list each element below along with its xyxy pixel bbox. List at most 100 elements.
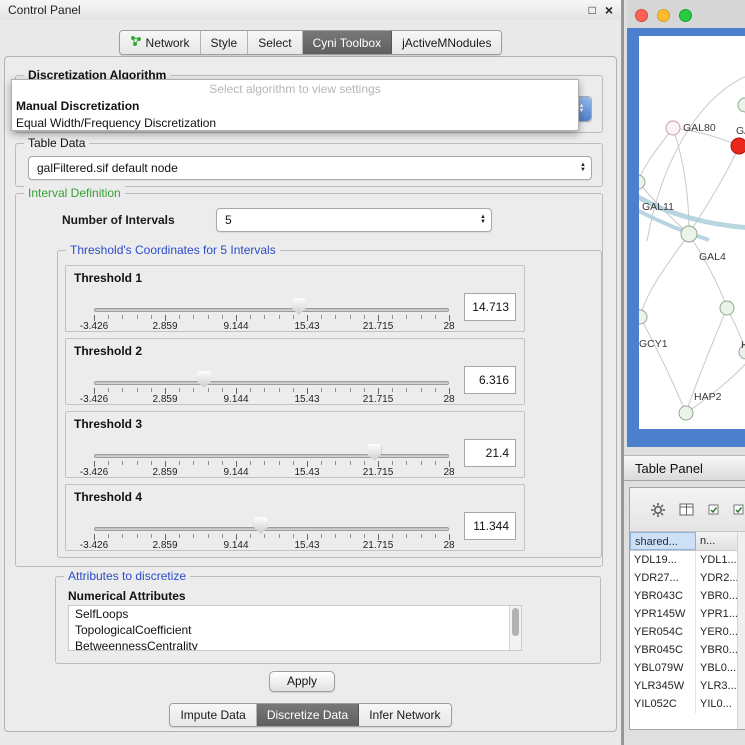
minimize-window-icon[interactable]: [657, 9, 670, 22]
threshold-slider-track[interactable]: [94, 454, 449, 458]
tab-network[interactable]: Network: [120, 31, 201, 54]
number-of-intervals-arrows-icon[interactable]: ▲ ▼: [480, 215, 491, 225]
slider-tick: [279, 534, 280, 538]
slider-scale-labels: -3.4262.8599.14415.4321.71528: [94, 321, 449, 333]
tab-select[interactable]: Select: [248, 31, 302, 54]
unselect-all-checkbox-icon[interactable]: [733, 504, 745, 516]
column-header-name[interactable]: n...: [696, 532, 741, 550]
table-row[interactable]: YLR345WYLR3...: [630, 677, 745, 695]
panel-titlebar[interactable]: Control Panel □ ×: [0, 0, 621, 20]
threshold-value-input[interactable]: 21.4: [464, 439, 516, 467]
apply-button[interactable]: Apply: [269, 671, 335, 692]
slider-scale-labels: -3.4262.8599.14415.4321.71528: [94, 394, 449, 406]
column-header-shared-name[interactable]: shared...: [630, 532, 696, 550]
GAL4-node[interactable]: [681, 226, 697, 242]
slider-tick: [179, 388, 180, 392]
table-row[interactable]: YBR045CYBR0...: [630, 641, 745, 659]
numerical-attributes-list[interactable]: SelfLoopsTopologicalCoefficientBetweenne…: [68, 605, 522, 651]
attribute-list-item[interactable]: BetweennessCentrality: [69, 638, 521, 651]
tab-jactivemnodules[interactable]: jActiveMNodules: [392, 31, 501, 54]
threshold-value-input[interactable]: 6.316: [464, 366, 516, 394]
table-row[interactable]: YER054CYER0...: [630, 623, 745, 641]
table-data-combobox[interactable]: galFiltered.sif default node ▲ ▼: [28, 156, 592, 180]
slider-tick: [137, 461, 138, 465]
slider-tick: [122, 461, 123, 465]
threshold-slider-thumb[interactable]: [367, 444, 381, 461]
tab-impute-data-label: Impute Data: [180, 708, 245, 722]
slider-tick: [137, 534, 138, 538]
attribute-list-item[interactable]: SelfLoops: [69, 606, 521, 622]
slider-scale-label: 9.144: [223, 321, 248, 332]
table-row[interactable]: YDR27...YDR2...: [630, 569, 745, 587]
dropdown-option-manual-discretization[interactable]: Manual Discretization: [12, 98, 578, 115]
table-scrollbar[interactable]: [737, 532, 745, 729]
threshold-slider-track[interactable]: [94, 308, 449, 312]
dropdown-option-equal-width-frequency[interactable]: Equal Width/Frequency Discretization: [12, 115, 578, 132]
table-row[interactable]: YPR145WYPR1...: [630, 605, 745, 623]
slider-tick: [193, 534, 194, 538]
network-edge[interactable]: [689, 234, 727, 308]
slider-tick: [108, 461, 109, 465]
network-canvas[interactable]: GAL80GAGAL11GAL4GCY1HHAP2: [639, 36, 745, 429]
float-window-icon[interactable]: □: [589, 4, 596, 16]
slider-tick: [264, 388, 265, 392]
settings-gear-icon[interactable]: [650, 502, 666, 518]
attribute-list-item[interactable]: TopologicalCoefficient: [69, 622, 521, 638]
table-row[interactable]: YBR043CYBR0...: [630, 587, 745, 605]
tab-style[interactable]: Style: [201, 31, 249, 54]
slider-tick: [208, 388, 209, 392]
threshold-slider-thumb[interactable]: [197, 371, 211, 388]
zoom-window-icon[interactable]: [679, 9, 692, 22]
close-panel-icon[interactable]: ×: [605, 4, 613, 16]
show-columns-icon[interactable]: [679, 503, 695, 517]
threshold-value-input[interactable]: 14.713: [464, 293, 516, 321]
tab-discretize-data[interactable]: Discretize Data: [257, 704, 359, 726]
panel-title: Control Panel: [8, 3, 81, 17]
threshold-panel: Threshold 2 -3.4262.8599.14415.4321.7152…: [65, 338, 525, 405]
table-row[interactable]: YIL052CYIL0...: [630, 695, 745, 713]
network-edge[interactable]: [686, 358, 745, 413]
table-row[interactable]: YBL079WYBL0...: [630, 659, 745, 677]
tab-cyni-toolbox[interactable]: Cyni Toolbox: [303, 31, 392, 54]
network-edge[interactable]: [647, 76, 745, 241]
number-of-intervals-combobox[interactable]: 5 ▲ ▼: [216, 208, 492, 232]
table-data-combobox-arrows-icon[interactable]: ▲ ▼: [580, 163, 591, 173]
slider-tick: [335, 388, 336, 392]
attributes-list-scrollbar[interactable]: [509, 606, 521, 650]
slider-scale-labels: -3.4262.8599.14415.4321.71528: [94, 467, 449, 479]
slider-scale-label: 15.43: [294, 321, 319, 332]
threshold-value-input[interactable]: 11.344: [464, 512, 516, 540]
tab-impute-data[interactable]: Impute Data: [170, 704, 256, 726]
close-window-icon[interactable]: [635, 9, 648, 22]
table-cell: YDR27...: [630, 569, 696, 587]
table-cell: YBR0...: [696, 587, 741, 605]
HAP2-node[interactable]: [679, 406, 693, 420]
threshold-slider-track[interactable]: [94, 527, 449, 531]
network-node-label: HAP2: [694, 391, 722, 403]
cyni-toolbox-content: Discretization Algorithm ▲ ▼ Select algo…: [4, 56, 617, 732]
GCY1-node[interactable]: [639, 310, 647, 324]
selected-red-node[interactable]: [731, 138, 745, 154]
threshold-slider-track[interactable]: [94, 381, 449, 385]
slider-tick: [293, 388, 294, 392]
GAL80-node[interactable]: [666, 121, 680, 135]
attributes-scrollbar-thumb[interactable]: [512, 608, 519, 636]
slider-tick: [208, 534, 209, 538]
table-cell: YPR145W: [630, 605, 696, 623]
tab-infer-network[interactable]: Infer Network: [359, 704, 450, 726]
table-panel-header[interactable]: Table Panel: [624, 455, 745, 481]
GAL11-node[interactable]: [639, 175, 645, 189]
table-data-group-label: Table Data: [24, 136, 89, 150]
threshold-slider-thumb[interactable]: [254, 517, 268, 534]
top-tab-bar: Network Style Select Cyni Toolbox jActiv…: [0, 30, 621, 55]
network-edge[interactable]: [640, 317, 686, 413]
node-mid-right[interactable]: [720, 301, 734, 315]
table-row[interactable]: YDL19...YDL1...: [630, 551, 745, 569]
node-top-right[interactable]: [738, 98, 745, 112]
number-of-intervals-label: Number of Intervals: [62, 213, 175, 227]
select-all-checkbox-icon[interactable]: [708, 504, 720, 516]
slider-tick: [179, 461, 180, 465]
network-edge[interactable]: [639, 128, 673, 182]
network-edge[interactable]: [640, 234, 689, 317]
threshold-slider-thumb[interactable]: [292, 298, 306, 315]
